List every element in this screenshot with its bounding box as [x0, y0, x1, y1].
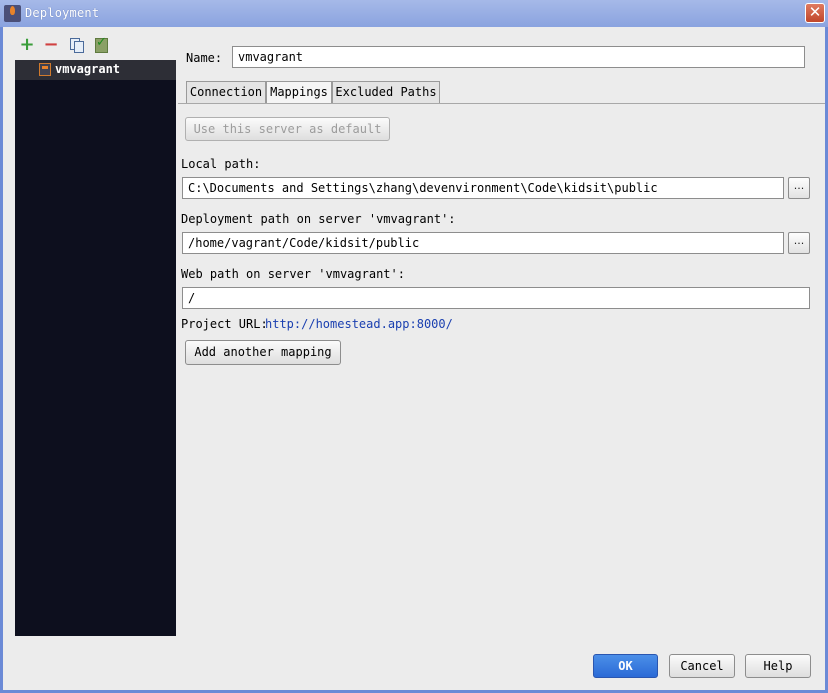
tab-divider — [178, 103, 825, 104]
phpstorm-app-icon — [4, 5, 21, 22]
add-icon[interactable]: + — [19, 36, 35, 54]
local-path-browse-button[interactable]: ... — [788, 177, 810, 199]
ok-button[interactable]: OK — [593, 654, 658, 678]
deployment-path-input[interactable] — [182, 232, 784, 254]
web-path-label: Web path on server 'vmvagrant': — [181, 267, 405, 281]
use-as-default-button[interactable]: Use this server as default — [185, 117, 390, 141]
web-path-input[interactable] — [182, 287, 810, 309]
remove-icon[interactable]: − — [43, 36, 59, 54]
local-path-input[interactable] — [182, 177, 784, 199]
tab-mappings[interactable]: Mappings — [266, 81, 332, 104]
add-another-mapping-button[interactable]: Add another mapping — [185, 340, 341, 365]
server-list-panel: + − vmvagrant — [3, 27, 176, 663]
name-label: Name: — [186, 51, 223, 65]
cancel-button[interactable]: Cancel — [669, 654, 735, 678]
deployment-path-label: Deployment path on server 'vmvagrant': — [181, 212, 456, 226]
dialog-footer: OK Cancel Help — [3, 654, 825, 690]
tab-excluded-paths[interactable]: Excluded Paths — [332, 81, 440, 103]
use-as-default-icon[interactable] — [93, 35, 109, 53]
server-settings-panel: Name: Connection Mappings Excluded Paths… — [178, 27, 825, 663]
copy-icon[interactable] — [68, 37, 84, 53]
project-url-label: Project URL: — [181, 317, 268, 331]
close-button[interactable]: ✕ — [805, 3, 825, 23]
server-item-label: vmvagrant — [55, 62, 121, 76]
name-input[interactable] — [232, 46, 805, 68]
dialog-content: + − vmvagrant Name: Connection Mappings … — [3, 27, 825, 690]
deployment-dialog: Deployment ✕ + − vmvagrant Name: Connect… — [0, 0, 828, 693]
project-url-link[interactable]: http://homestead.app:8000/ — [265, 317, 453, 331]
tab-connection[interactable]: Connection — [186, 81, 266, 103]
sftp-server-icon — [39, 63, 51, 76]
help-button[interactable]: Help — [745, 654, 811, 678]
server-toolbar: + − — [16, 35, 166, 57]
local-path-label: Local path: — [181, 157, 261, 171]
window-title: Deployment — [25, 6, 100, 20]
title-bar[interactable]: Deployment ✕ — [0, 0, 828, 27]
server-tree[interactable]: vmvagrant — [15, 60, 176, 636]
deployment-path-browse-button[interactable]: ... — [788, 232, 810, 254]
server-item-vmvagrant[interactable]: vmvagrant — [15, 60, 176, 80]
